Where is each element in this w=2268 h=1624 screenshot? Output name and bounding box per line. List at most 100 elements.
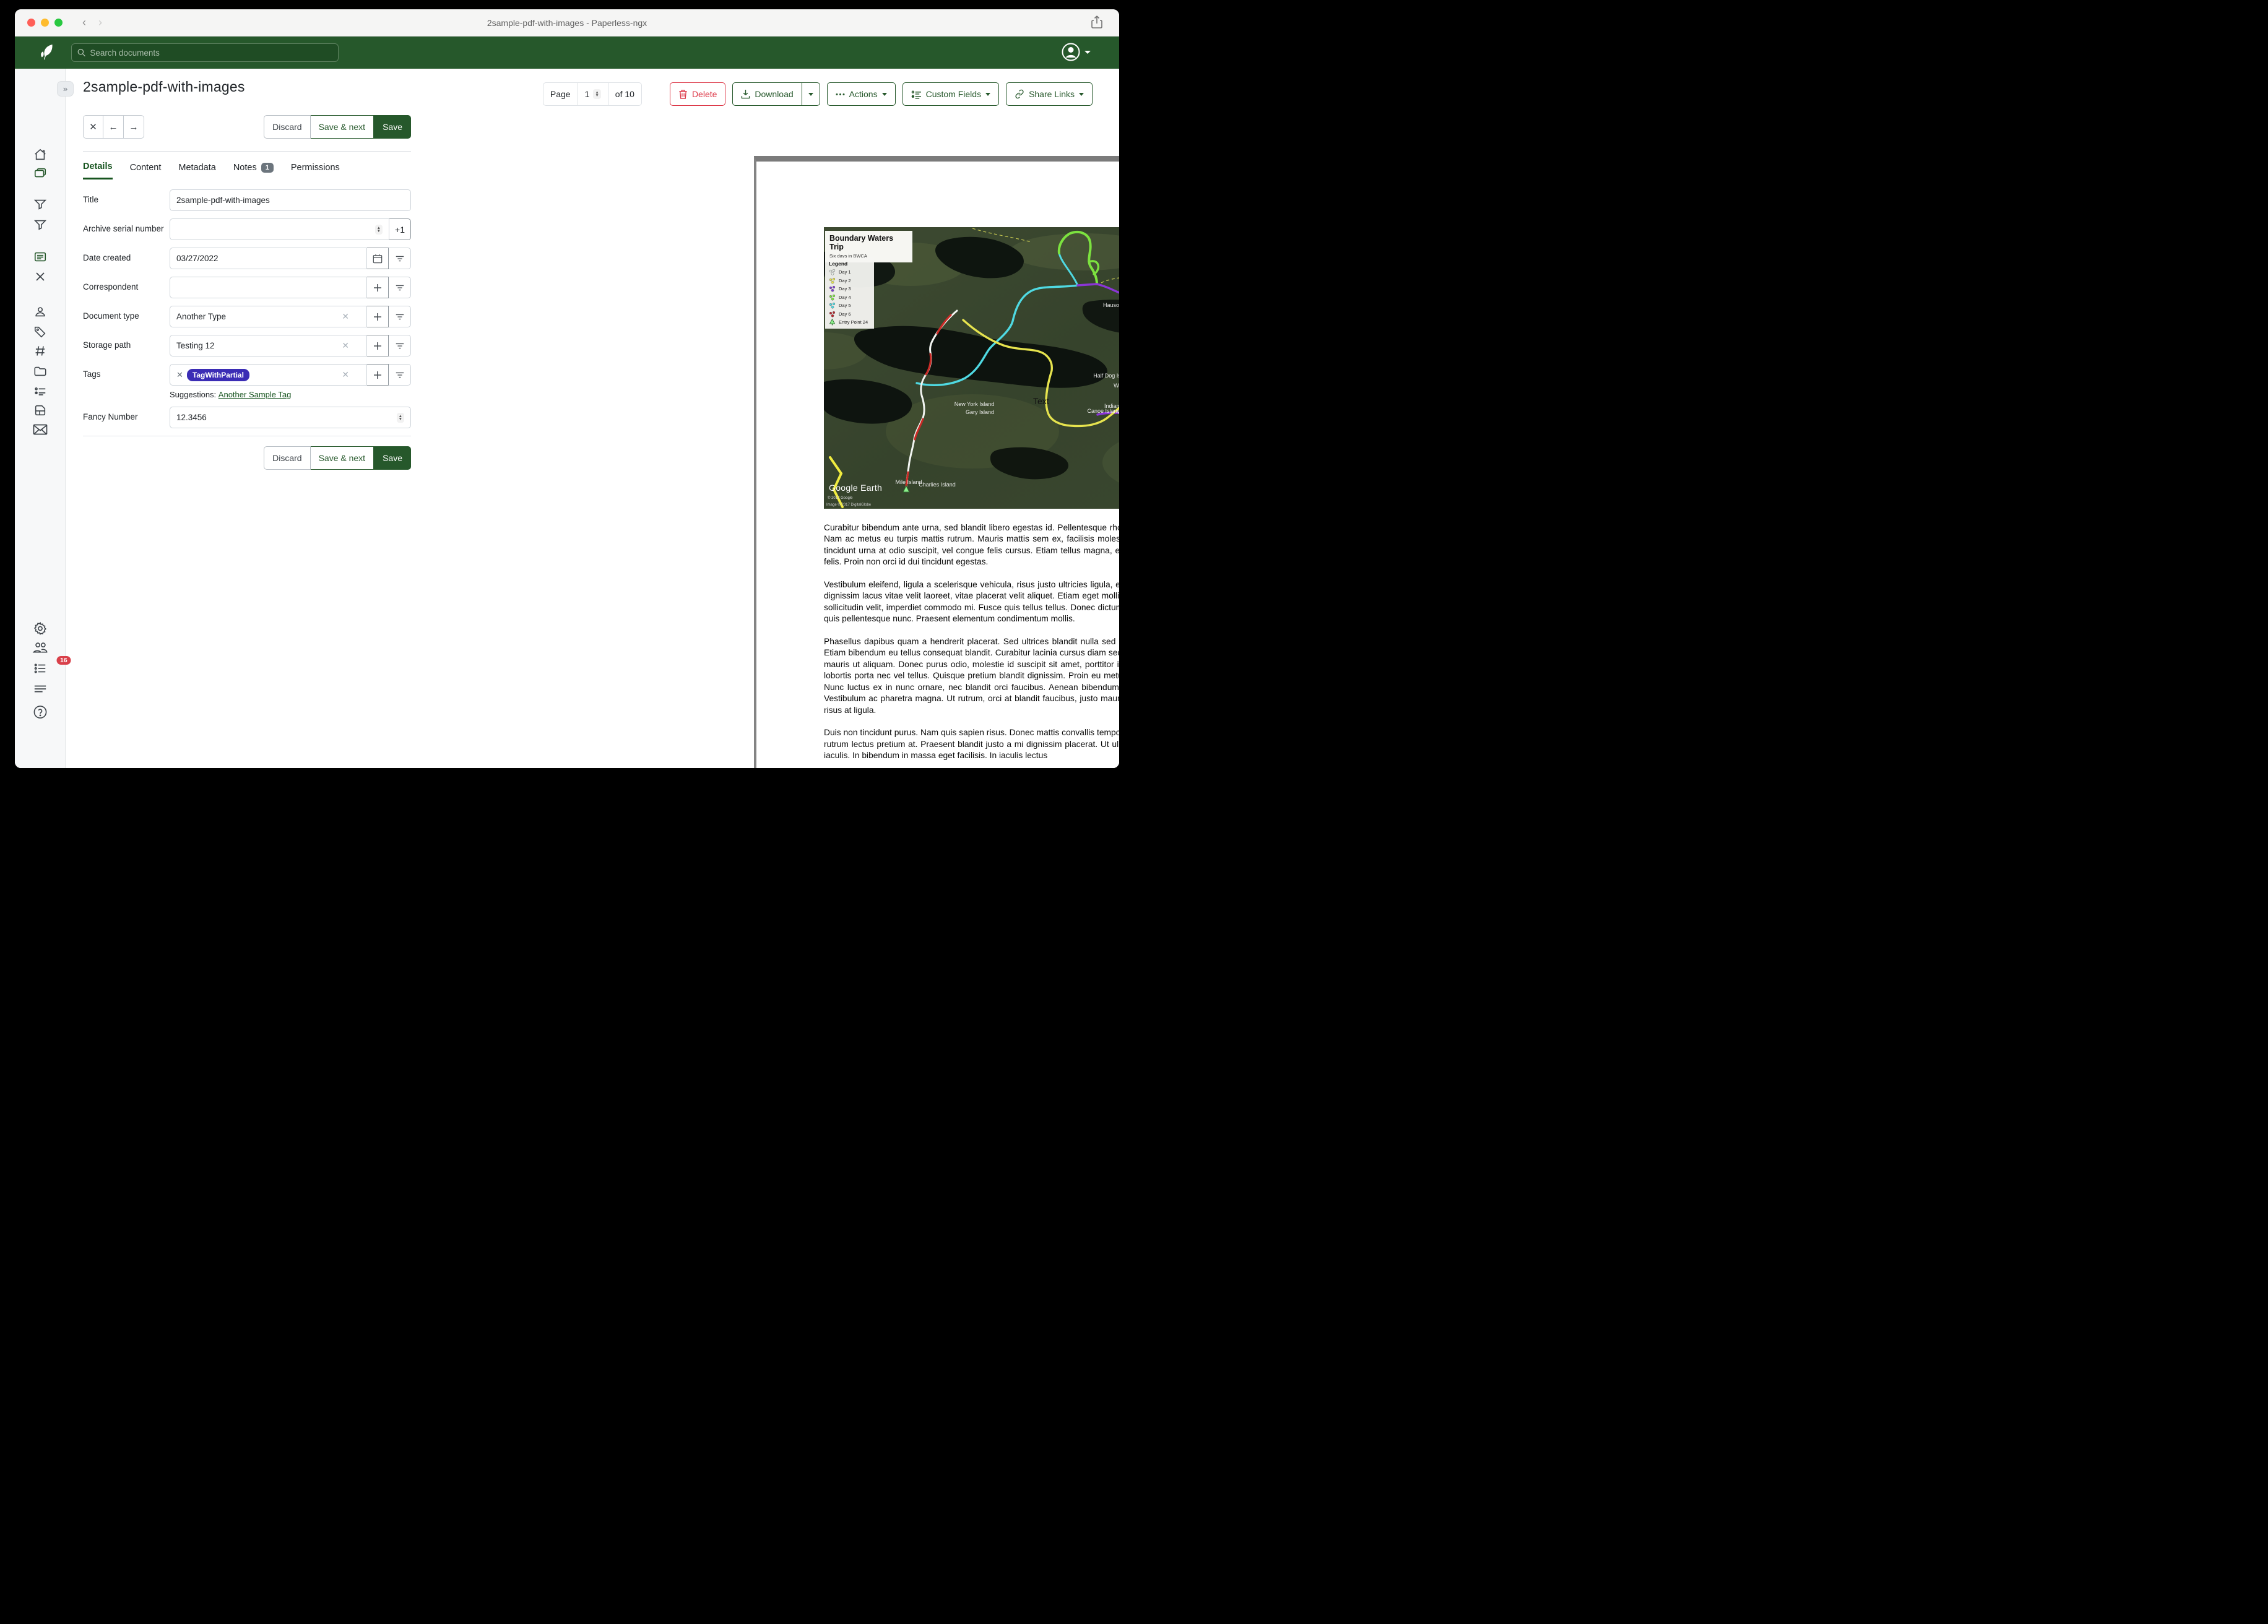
save-button[interactable]: Save <box>374 115 411 139</box>
island-label: Washington Island <box>1114 382 1119 389</box>
filter-lines-icon <box>395 342 405 350</box>
lines-icon <box>33 683 47 696</box>
sidebar-item-open-document[interactable] <box>33 250 47 264</box>
sidebar-item-tasks[interactable]: 16 <box>33 662 47 675</box>
detail-tabs: Details Content Metadata Notes1 Permissions <box>83 162 412 179</box>
pdf-page: New York Island Gary Island Hausons Isla… <box>756 162 1119 768</box>
share-icon[interactable] <box>1091 15 1103 29</box>
close-icon <box>35 271 46 282</box>
add-correspondent-button[interactable] <box>366 277 389 298</box>
tab-label: Metadata <box>178 163 215 173</box>
next-document-button[interactable]: → <box>124 115 144 139</box>
tab-label: Content <box>130 163 162 173</box>
plus-icon <box>373 342 382 350</box>
download-button[interactable]: Download <box>732 82 802 106</box>
sidebar-item-home[interactable] <box>33 148 47 162</box>
tab-metadata[interactable]: Metadata <box>178 162 215 179</box>
suggested-tag-link[interactable]: Another Sample Tag <box>219 390 292 399</box>
sidebar-item-help[interactable] <box>33 705 47 719</box>
sidebar-item-correspondents[interactable] <box>33 305 47 319</box>
trash-icon <box>678 89 688 99</box>
clear-icon[interactable]: ✕ <box>339 311 352 322</box>
tab-details[interactable]: Details <box>83 162 113 179</box>
correspondent-suggestions-button[interactable] <box>389 277 411 298</box>
previous-document-button[interactable]: ← <box>103 115 124 139</box>
legend-label: Day 2 <box>839 278 851 283</box>
sidebar-item-asn[interactable] <box>34 345 46 357</box>
save-next-button[interactable]: Save & next <box>311 115 374 139</box>
tab-content[interactable]: Content <box>130 162 162 179</box>
filter-lines-icon <box>395 313 405 321</box>
paperless-logo-icon[interactable] <box>38 43 57 62</box>
page-stepper[interactable]: ▲▼ <box>593 89 600 99</box>
question-circle-icon <box>33 705 47 719</box>
asn-input[interactable]: ▲▼ <box>170 218 389 240</box>
sidebar-item-close-document[interactable] <box>35 271 46 282</box>
sidebar-item-mail[interactable] <box>33 423 48 436</box>
person-icon <box>33 305 47 319</box>
asn-plus-one-button[interactable]: +1 <box>389 218 411 240</box>
add-document-type-button[interactable] <box>366 306 389 327</box>
calendar-button[interactable] <box>366 248 389 269</box>
clear-icon[interactable]: ✕ <box>339 369 352 380</box>
legend-entry: Day 2 <box>829 277 870 284</box>
sidebar-item-storage-paths[interactable] <box>33 365 47 378</box>
hash-icon <box>34 345 46 357</box>
sidebar-item-saved-views[interactable] <box>33 197 47 211</box>
search-icon <box>77 48 85 57</box>
sidebar-item-tags[interactable] <box>33 325 47 339</box>
date-suggestions-button[interactable] <box>389 248 411 269</box>
discard-button[interactable]: Discard <box>264 446 310 470</box>
storage-path-select[interactable]: Testing 12 ✕ <box>170 335 367 356</box>
date-created-input[interactable]: 03/27/2022 <box>170 248 367 269</box>
sidebar-item-logs[interactable] <box>33 683 47 696</box>
fancy-number-stepper[interactable]: ▲▼ <box>397 413 404 423</box>
search-input[interactable] <box>90 48 332 58</box>
sidebar-item-users-groups[interactable] <box>32 641 48 655</box>
tab-permissions[interactable]: Permissions <box>291 162 340 179</box>
delete-button[interactable]: Delete <box>670 82 725 106</box>
document-type-suggestions-button[interactable] <box>389 306 411 327</box>
save-button-group: Discard Save & next Save <box>264 115 411 139</box>
tab-notes[interactable]: Notes1 <box>233 162 274 179</box>
tab-label: Notes <box>233 163 257 173</box>
user-menu[interactable] <box>1062 43 1091 61</box>
fancy-number-input[interactable]: 12.3456 ▲▼ <box>170 407 411 428</box>
custom-fields-button[interactable]: Custom Fields <box>902 82 999 106</box>
remove-tag-icon[interactable]: ✕ <box>176 370 183 380</box>
sidebar-item-documents[interactable] <box>33 166 47 180</box>
route-dots-icon <box>829 277 836 284</box>
title-input[interactable]: 2sample-pdf-with-images <box>170 189 411 211</box>
sidebar-item-filter[interactable] <box>33 218 47 231</box>
window-title: 2sample-pdf-with-images - Paperless-ngx <box>15 18 1119 28</box>
island-label: Charlies Island <box>919 482 956 488</box>
tags-suggestions-button[interactable] <box>389 364 411 386</box>
share-links-button[interactable]: Share Links <box>1006 82 1093 106</box>
actions-button[interactable]: Actions <box>827 82 896 106</box>
correspondent-select[interactable] <box>170 277 367 298</box>
page-number-input[interactable]: 1 <box>585 89 590 99</box>
add-tag-button[interactable] <box>366 364 389 386</box>
pdf-viewer-frame[interactable]: New York Island Gary Island Hausons Isla… <box>754 156 1119 768</box>
asn-stepper[interactable]: ▲▼ <box>375 225 383 235</box>
document-type-select[interactable]: Another Type ✕ <box>170 306 367 327</box>
tag-chip[interactable]: TagWithPartial <box>187 369 249 381</box>
pdf-preview-pane: New York Island Gary Island Hausons Isla… <box>412 104 1119 470</box>
discard-button[interactable]: Discard <box>264 115 310 139</box>
sidebar-item-documents-copy[interactable] <box>33 404 47 417</box>
sidebar-item-custom-fields[interactable] <box>33 384 47 398</box>
save-next-button[interactable]: Save & next <box>311 446 374 470</box>
app-header <box>15 37 1119 69</box>
sidebar-expand-button[interactable]: » <box>57 81 74 97</box>
save-button[interactable]: Save <box>374 446 411 470</box>
island-label: Norway Island <box>1118 409 1119 415</box>
clear-icon[interactable]: ✕ <box>339 340 352 351</box>
tags-select[interactable]: ✕ TagWithPartial ✕ <box>170 364 367 386</box>
sidebar-item-settings[interactable] <box>33 621 47 636</box>
add-storage-path-button[interactable] <box>366 335 389 356</box>
close-document-button[interactable]: ✕ <box>83 115 103 139</box>
legend-entry: Entry Point 24 <box>829 319 870 326</box>
chevron-down-icon <box>985 93 990 96</box>
storage-path-suggestions-button[interactable] <box>389 335 411 356</box>
download-dropdown-button[interactable] <box>802 82 820 106</box>
